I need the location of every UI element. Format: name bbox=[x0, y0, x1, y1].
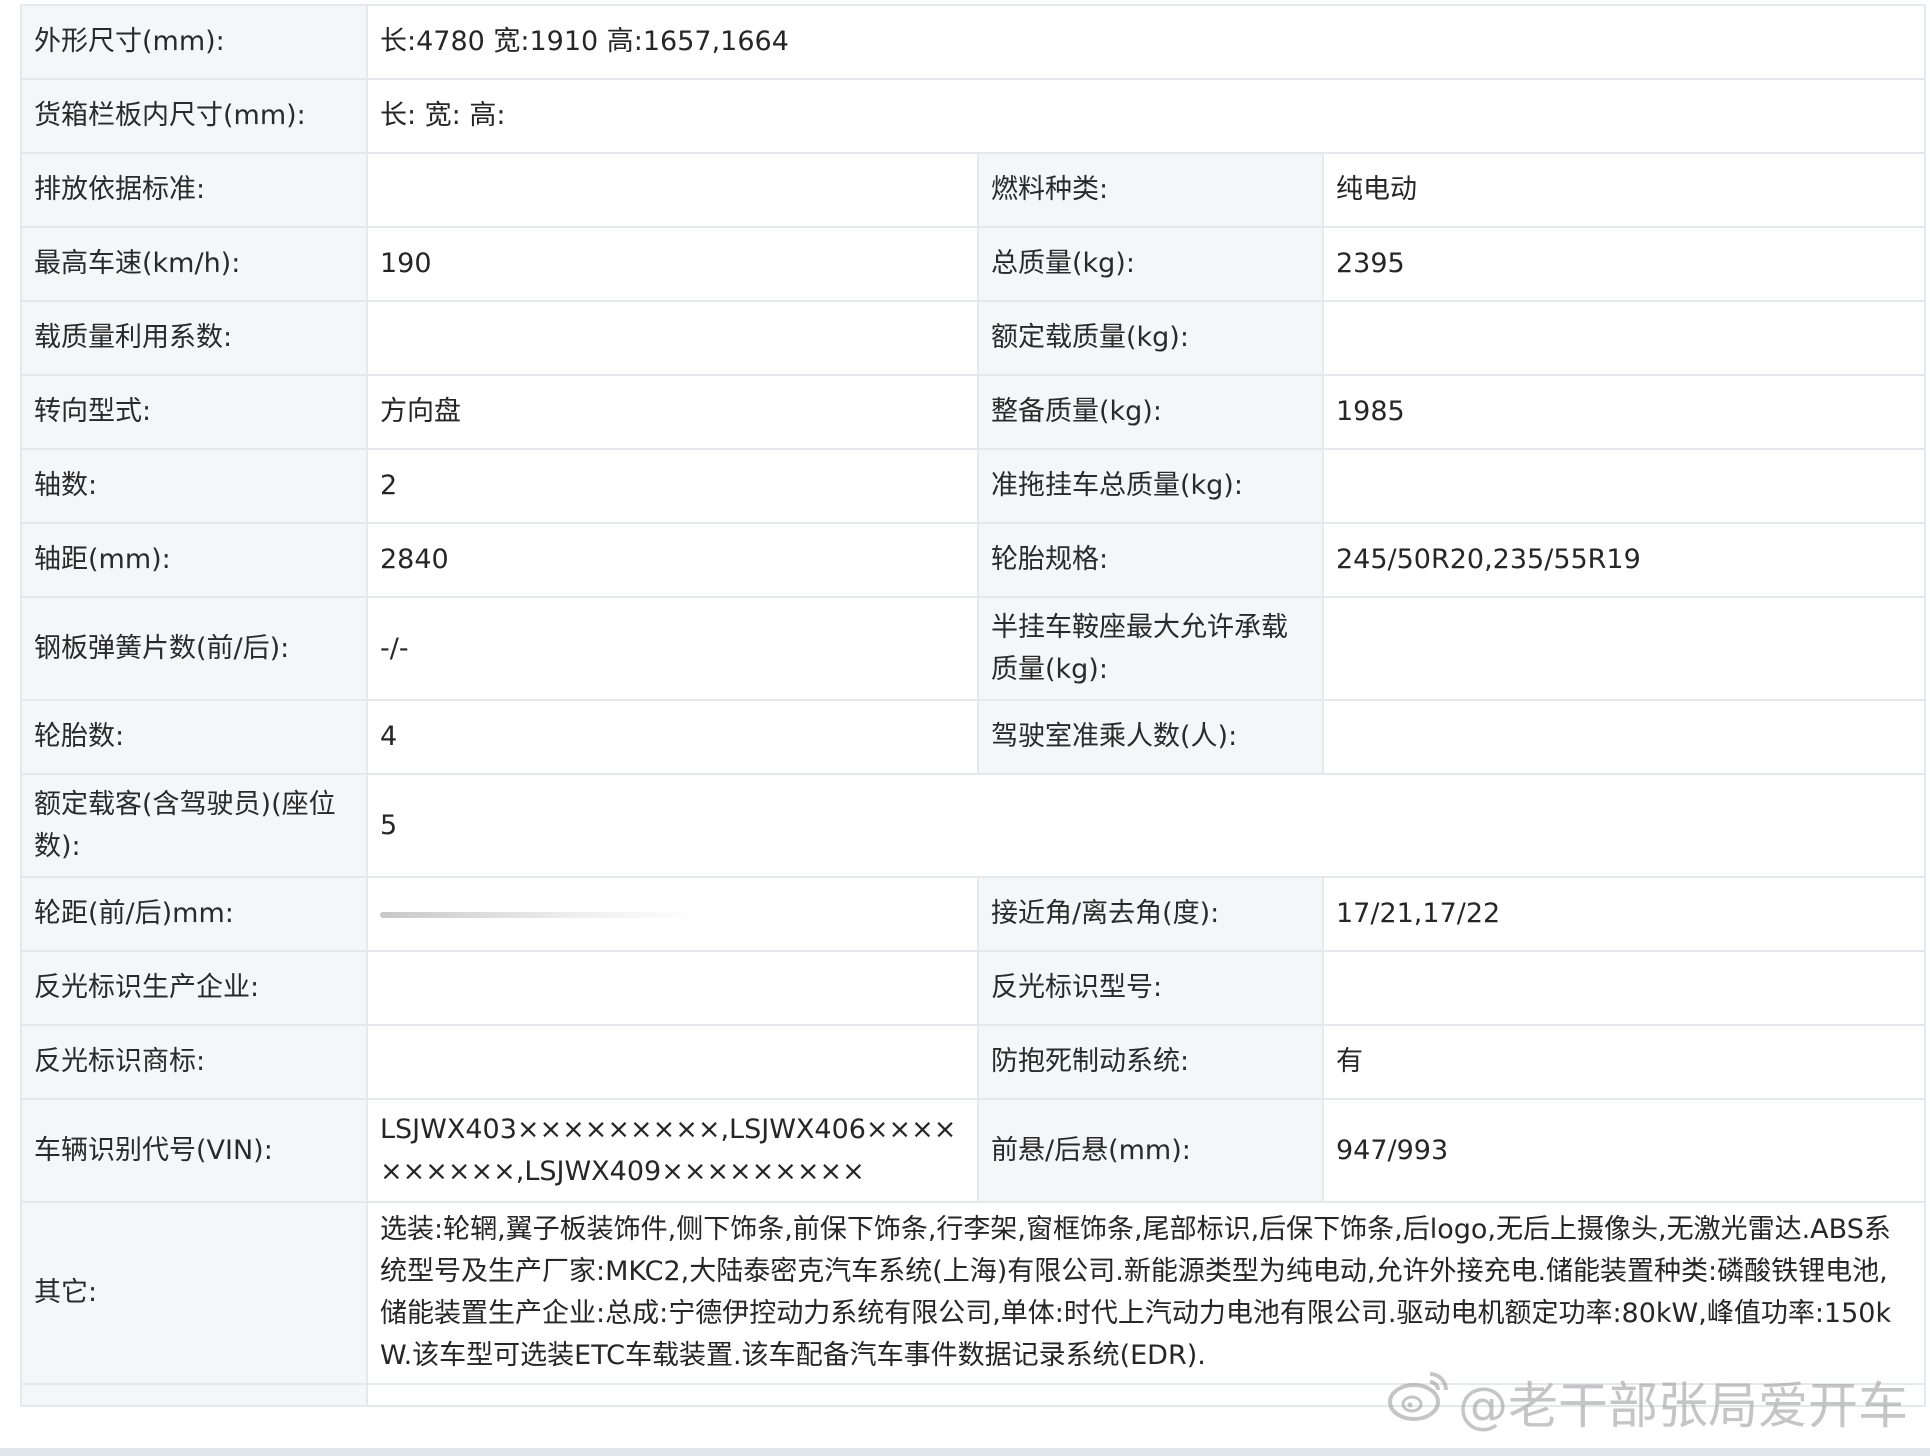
label-load-utilization: 载质量利用系数: bbox=[20, 300, 368, 376]
trailing-value-cell bbox=[365, 1383, 1927, 1407]
row-reflector-brand: 反光标识商标: 防抱死制动系统: 有 bbox=[20, 1024, 1927, 1100]
value-axle-count: 2 bbox=[366, 448, 979, 524]
value-approach-departure: 17/21,17/22 bbox=[1321, 876, 1927, 952]
value-reflector-model bbox=[1321, 950, 1927, 1026]
label-leaf-springs: 钢板弹簧片数(前/后): bbox=[20, 596, 368, 701]
row-track: 轮距(前/后)mm: 接近角/离去角(度): 17/21,17/22 bbox=[20, 876, 1927, 952]
value-cargo-box-dimensions: 长: 宽: 高: bbox=[365, 78, 1927, 154]
row-wheelbase: 轴距(mm): 2840 轮胎规格: 245/50R20,235/55R19 bbox=[20, 522, 1927, 598]
value-fuel-type: 纯电动 bbox=[1321, 152, 1927, 228]
label-exterior-dimensions: 外形尺寸(mm): bbox=[20, 4, 368, 80]
label-reflector-brand: 反光标识商标: bbox=[20, 1024, 368, 1100]
label-tire-count: 轮胎数: bbox=[20, 699, 368, 775]
value-load-utilization bbox=[366, 300, 979, 376]
value-tire-spec: 245/50R20,235/55R19 bbox=[1321, 522, 1927, 598]
row-axles: 轴数: 2 准拖挂车总质量(kg): bbox=[20, 448, 1927, 524]
row-steering: 转向型式: 方向盘 整备质量(kg): 1985 bbox=[20, 374, 1927, 450]
value-overhang: 947/993 bbox=[1321, 1098, 1927, 1203]
label-abs: 防抱死制动系统: bbox=[977, 1024, 1324, 1100]
vehicle-spec-table: 外形尺寸(mm): 长:4780 宽:1910 高:1657,1664 货箱栏板… bbox=[20, 4, 1927, 1407]
label-rated-passengers: 额定载客(含驾驶员)(座位数): bbox=[20, 773, 368, 878]
value-leaf-springs: -/- bbox=[366, 596, 979, 701]
value-abs: 有 bbox=[1321, 1024, 1927, 1100]
label-wheelbase: 轴距(mm): bbox=[20, 522, 368, 598]
label-overhang: 前悬/后悬(mm): bbox=[977, 1098, 1324, 1203]
value-rated-passengers: 5 bbox=[365, 773, 1927, 878]
value-gross-mass: 2395 bbox=[1321, 226, 1927, 302]
row-dimensions: 外形尺寸(mm): 长:4780 宽:1910 高:1657,1664 bbox=[20, 4, 1927, 80]
trailing-label-cell bbox=[20, 1383, 368, 1407]
value-saddle-load bbox=[1321, 596, 1927, 701]
label-steering-type: 转向型式: bbox=[20, 374, 368, 450]
value-reflector-brand bbox=[366, 1024, 979, 1100]
label-curb-mass: 整备质量(kg): bbox=[977, 374, 1324, 450]
row-trailing bbox=[20, 1383, 1927, 1407]
label-cab-occupants: 驾驶室准乘人数(人): bbox=[977, 699, 1324, 775]
row-reflector-maker: 反光标识生产企业: 反光标识型号: bbox=[20, 950, 1927, 1026]
value-wheelbase: 2840 bbox=[366, 522, 979, 598]
row-load: 载质量利用系数: 额定载质量(kg): bbox=[20, 300, 1927, 376]
value-tire-count: 4 bbox=[366, 699, 979, 775]
label-fuel-type: 燃料种类: bbox=[977, 152, 1324, 228]
value-other: 选装:轮辋,翼子板装饰件,侧下饰条,前保下饰条,行李架,窗框饰条,尾部标识,后保… bbox=[365, 1201, 1927, 1385]
value-vin: LSJWX403×××××××××,LSJWX406××××××××××,LSJ… bbox=[366, 1098, 979, 1203]
value-reflector-manufacturer bbox=[366, 950, 979, 1026]
label-emission-standard: 排放依据标准: bbox=[20, 152, 368, 228]
row-speed-mass: 最高车速(km/h): 190 总质量(kg): 2395 bbox=[20, 226, 1927, 302]
value-max-speed: 190 bbox=[366, 226, 979, 302]
row-tires: 轮胎数: 4 驾驶室准乘人数(人): bbox=[20, 699, 1927, 775]
label-tire-spec: 轮胎规格: bbox=[977, 522, 1324, 598]
label-max-speed: 最高车速(km/h): bbox=[20, 226, 368, 302]
value-track-width bbox=[366, 876, 979, 952]
label-towing-mass: 准拖挂车总质量(kg): bbox=[977, 448, 1324, 524]
label-axle-count: 轴数: bbox=[20, 448, 368, 524]
value-rated-load bbox=[1321, 300, 1927, 376]
row-vin: 车辆识别代号(VIN): LSJWX403×××××××××,LSJWX406×… bbox=[20, 1098, 1927, 1203]
label-other: 其它: bbox=[20, 1201, 368, 1385]
bottom-strip bbox=[0, 1448, 1930, 1456]
row-springs: 钢板弹簧片数(前/后): -/- 半挂车鞍座最大允许承载质量(kg): bbox=[20, 596, 1927, 701]
row-other: 其它: 选装:轮辋,翼子板装饰件,侧下饰条,前保下饰条,行李架,窗框饰条,尾部标… bbox=[20, 1201, 1927, 1385]
value-cab-occupants bbox=[1321, 699, 1927, 775]
label-reflector-model: 反光标识型号: bbox=[977, 950, 1324, 1026]
label-gross-mass: 总质量(kg): bbox=[977, 226, 1324, 302]
label-rated-load: 额定载质量(kg): bbox=[977, 300, 1324, 376]
row-seats: 额定载客(含驾驶员)(座位数): 5 bbox=[20, 773, 1927, 878]
value-emission-standard bbox=[366, 152, 979, 228]
value-steering-type: 方向盘 bbox=[366, 374, 979, 450]
label-cargo-box-dimensions: 货箱栏板内尺寸(mm): bbox=[20, 78, 368, 154]
value-towing-mass bbox=[1321, 448, 1927, 524]
redacted-mark bbox=[380, 911, 700, 918]
label-approach-departure: 接近角/离去角(度): bbox=[977, 876, 1324, 952]
label-track-width: 轮距(前/后)mm: bbox=[20, 876, 368, 952]
value-exterior-dimensions: 长:4780 宽:1910 高:1657,1664 bbox=[365, 4, 1927, 80]
label-reflector-manufacturer: 反光标识生产企业: bbox=[20, 950, 368, 1026]
label-saddle-load: 半挂车鞍座最大允许承载质量(kg): bbox=[977, 596, 1324, 701]
value-curb-mass: 1985 bbox=[1321, 374, 1927, 450]
row-cargo-box: 货箱栏板内尺寸(mm): 长: 宽: 高: bbox=[20, 78, 1927, 154]
row-emission-fuel: 排放依据标准: 燃料种类: 纯电动 bbox=[20, 152, 1927, 228]
label-vin: 车辆识别代号(VIN): bbox=[20, 1098, 368, 1203]
